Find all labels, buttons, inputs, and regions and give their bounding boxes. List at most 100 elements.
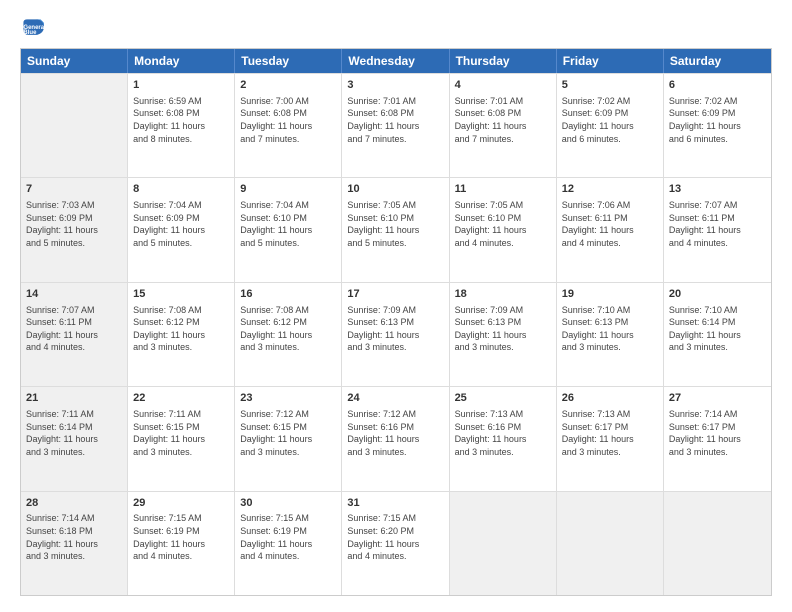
calendar-cell: 23 Sunrise: 7:12 AMSunset: 6:15 PMDayligh… (235, 387, 342, 490)
day-number: 28 (26, 496, 122, 511)
calendar-cell: 13 Sunrise: 7:07 AMSunset: 6:11 PMDayligh… (664, 178, 771, 281)
day-info: Sunrise: 7:15 AMSunset: 6:19 PMDaylight:… (240, 512, 336, 562)
day-info: Sunrise: 7:07 AMSunset: 6:11 PMDaylight:… (26, 304, 122, 354)
day-number: 15 (133, 287, 229, 302)
calendar-cell: 2 Sunrise: 7:00 AMSunset: 6:08 PMDaylight… (235, 74, 342, 177)
calendar-cell (21, 74, 128, 177)
day-number: 9 (240, 182, 336, 197)
day-info: Sunrise: 7:08 AMSunset: 6:12 PMDaylight:… (133, 304, 229, 354)
calendar-cell: 4Sunrise: 7:01 AMSunset: 6:08 PMDaylight… (450, 74, 557, 177)
day-number: 8 (133, 182, 229, 197)
calendar-row: 14Sunrise: 7:07 AMSunset: 6:11 PMDayligh… (21, 282, 771, 386)
header: General Blue (20, 16, 772, 40)
calendar-cell: 14Sunrise: 7:07 AMSunset: 6:11 PMDayligh… (21, 283, 128, 386)
header-day-saturday: Saturday (664, 49, 771, 73)
calendar-cell: 27 Sunrise: 7:14 AMSunset: 6:17 PMDayligh… (664, 387, 771, 490)
calendar-cell: 17 Sunrise: 7:09 AMSunset: 6:13 PMDayligh… (342, 283, 449, 386)
day-info: Sunrise: 7:09 AMSunset: 6:13 PMDaylight:… (347, 304, 443, 354)
calendar-cell: 16 Sunrise: 7:08 AMSunset: 6:12 PMDayligh… (235, 283, 342, 386)
day-info: Sunrise: 7:00 AMSunset: 6:08 PMDaylight:… (240, 95, 336, 145)
day-info: Sunrise: 7:12 AMSunset: 6:16 PMDaylight:… (347, 408, 443, 458)
calendar-cell: 22 Sunrise: 7:11 AMSunset: 6:15 PMDayligh… (128, 387, 235, 490)
calendar-body: 1 Sunrise: 6:59 AMSunset: 6:08 PMDaylight… (21, 73, 771, 595)
day-number: 16 (240, 287, 336, 302)
day-number: 23 (240, 391, 336, 406)
header-day-wednesday: Wednesday (342, 49, 449, 73)
day-info: Sunrise: 7:13 AMSunset: 6:16 PMDaylight:… (455, 408, 551, 458)
calendar-cell (450, 492, 557, 595)
day-info: Sunrise: 7:02 AMSunset: 6:09 PMDaylight:… (669, 95, 766, 145)
calendar-cell: 8 Sunrise: 7:04 AMSunset: 6:09 PMDaylight… (128, 178, 235, 281)
day-number: 12 (562, 182, 658, 197)
calendar-cell: 12 Sunrise: 7:06 AMSunset: 6:11 PMDayligh… (557, 178, 664, 281)
calendar-cell: 18 Sunrise: 7:09 AMSunset: 6:13 PMDayligh… (450, 283, 557, 386)
header-day-monday: Monday (128, 49, 235, 73)
day-info: Sunrise: 7:11 AMSunset: 6:15 PMDaylight:… (133, 408, 229, 458)
calendar-cell: 7 Sunrise: 7:03 AMSunset: 6:09 PMDaylight… (21, 178, 128, 281)
day-number: 5 (562, 78, 658, 93)
day-number: 21 (26, 391, 122, 406)
day-info: Sunrise: 7:10 AMSunset: 6:13 PMDaylight:… (562, 304, 658, 354)
day-info: Sunrise: 7:12 AMSunset: 6:15 PMDaylight:… (240, 408, 336, 458)
calendar-row: 28Sunrise: 7:14 AMSunset: 6:18 PMDayligh… (21, 491, 771, 595)
calendar-cell: 19Sunrise: 7:10 AMSunset: 6:13 PMDayligh… (557, 283, 664, 386)
calendar-cell: 5 Sunrise: 7:02 AMSunset: 6:09 PMDaylight… (557, 74, 664, 177)
calendar-cell: 24 Sunrise: 7:12 AMSunset: 6:16 PMDayligh… (342, 387, 449, 490)
logo-icon: General Blue (20, 16, 44, 40)
page: General Blue SundayMondayTuesdayWednesda… (0, 0, 792, 612)
header-day-sunday: Sunday (21, 49, 128, 73)
calendar-cell: 3 Sunrise: 7:01 AMSunset: 6:08 PMDaylight… (342, 74, 449, 177)
calendar-cell: 15 Sunrise: 7:08 AMSunset: 6:12 PMDayligh… (128, 283, 235, 386)
day-info: Sunrise: 7:07 AMSunset: 6:11 PMDaylight:… (669, 199, 766, 249)
day-number: 24 (347, 391, 443, 406)
day-info: Sunrise: 7:09 AMSunset: 6:13 PMDaylight:… (455, 304, 551, 354)
calendar-cell: 30Sunrise: 7:15 AMSunset: 6:19 PMDayligh… (235, 492, 342, 595)
logo: General Blue (20, 16, 48, 40)
calendar-cell: 20Sunrise: 7:10 AMSunset: 6:14 PMDayligh… (664, 283, 771, 386)
day-number: 27 (669, 391, 766, 406)
day-number: 11 (455, 182, 551, 197)
day-number: 2 (240, 78, 336, 93)
day-info: Sunrise: 7:14 AMSunset: 6:18 PMDaylight:… (26, 512, 122, 562)
day-number: 31 (347, 496, 443, 511)
day-info: Sunrise: 7:11 AMSunset: 6:14 PMDaylight:… (26, 408, 122, 458)
calendar-cell: 25Sunrise: 7:13 AMSunset: 6:16 PMDayligh… (450, 387, 557, 490)
day-info: Sunrise: 7:04 AMSunset: 6:09 PMDaylight:… (133, 199, 229, 249)
day-info: Sunrise: 7:04 AMSunset: 6:10 PMDaylight:… (240, 199, 336, 249)
day-info: Sunrise: 7:13 AMSunset: 6:17 PMDaylight:… (562, 408, 658, 458)
day-number: 17 (347, 287, 443, 302)
day-number: 18 (455, 287, 551, 302)
day-info: Sunrise: 6:59 AMSunset: 6:08 PMDaylight:… (133, 95, 229, 145)
day-number: 22 (133, 391, 229, 406)
day-info: Sunrise: 7:15 AMSunset: 6:20 PMDaylight:… (347, 512, 443, 562)
calendar-row: 1 Sunrise: 6:59 AMSunset: 6:08 PMDaylight… (21, 73, 771, 177)
calendar-cell: 1 Sunrise: 6:59 AMSunset: 6:08 PMDaylight… (128, 74, 235, 177)
calendar-cell: 26Sunrise: 7:13 AMSunset: 6:17 PMDayligh… (557, 387, 664, 490)
calendar-cell: 10Sunrise: 7:05 AMSunset: 6:10 PMDayligh… (342, 178, 449, 281)
day-number: 7 (26, 182, 122, 197)
header-day-tuesday: Tuesday (235, 49, 342, 73)
day-info: Sunrise: 7:02 AMSunset: 6:09 PMDaylight:… (562, 95, 658, 145)
header-day-friday: Friday (557, 49, 664, 73)
day-number: 1 (133, 78, 229, 93)
calendar-cell: 6 Sunrise: 7:02 AMSunset: 6:09 PMDaylight… (664, 74, 771, 177)
day-info: Sunrise: 7:01 AMSunset: 6:08 PMDaylight:… (347, 95, 443, 145)
day-info: Sunrise: 7:14 AMSunset: 6:17 PMDaylight:… (669, 408, 766, 458)
day-info: Sunrise: 7:06 AMSunset: 6:11 PMDaylight:… (562, 199, 658, 249)
svg-text:Blue: Blue (23, 30, 37, 36)
day-number: 3 (347, 78, 443, 93)
day-number: 29 (133, 496, 229, 511)
day-number: 4 (455, 78, 551, 93)
header-day-thursday: Thursday (450, 49, 557, 73)
day-number: 10 (347, 182, 443, 197)
calendar-cell: 11Sunrise: 7:05 AMSunset: 6:10 PMDayligh… (450, 178, 557, 281)
day-number: 13 (669, 182, 766, 197)
day-info: Sunrise: 7:08 AMSunset: 6:12 PMDaylight:… (240, 304, 336, 354)
day-info: Sunrise: 7:03 AMSunset: 6:09 PMDaylight:… (26, 199, 122, 249)
calendar-cell (557, 492, 664, 595)
calendar: SundayMondayTuesdayWednesdayThursdayFrid… (20, 48, 772, 596)
day-number: 6 (669, 78, 766, 93)
calendar-cell: 9 Sunrise: 7:04 AMSunset: 6:10 PMDaylight… (235, 178, 342, 281)
calendar-cell: 21 Sunrise: 7:11 AMSunset: 6:14 PMDayligh… (21, 387, 128, 490)
calendar-header: SundayMondayTuesdayWednesdayThursdayFrid… (21, 49, 771, 73)
